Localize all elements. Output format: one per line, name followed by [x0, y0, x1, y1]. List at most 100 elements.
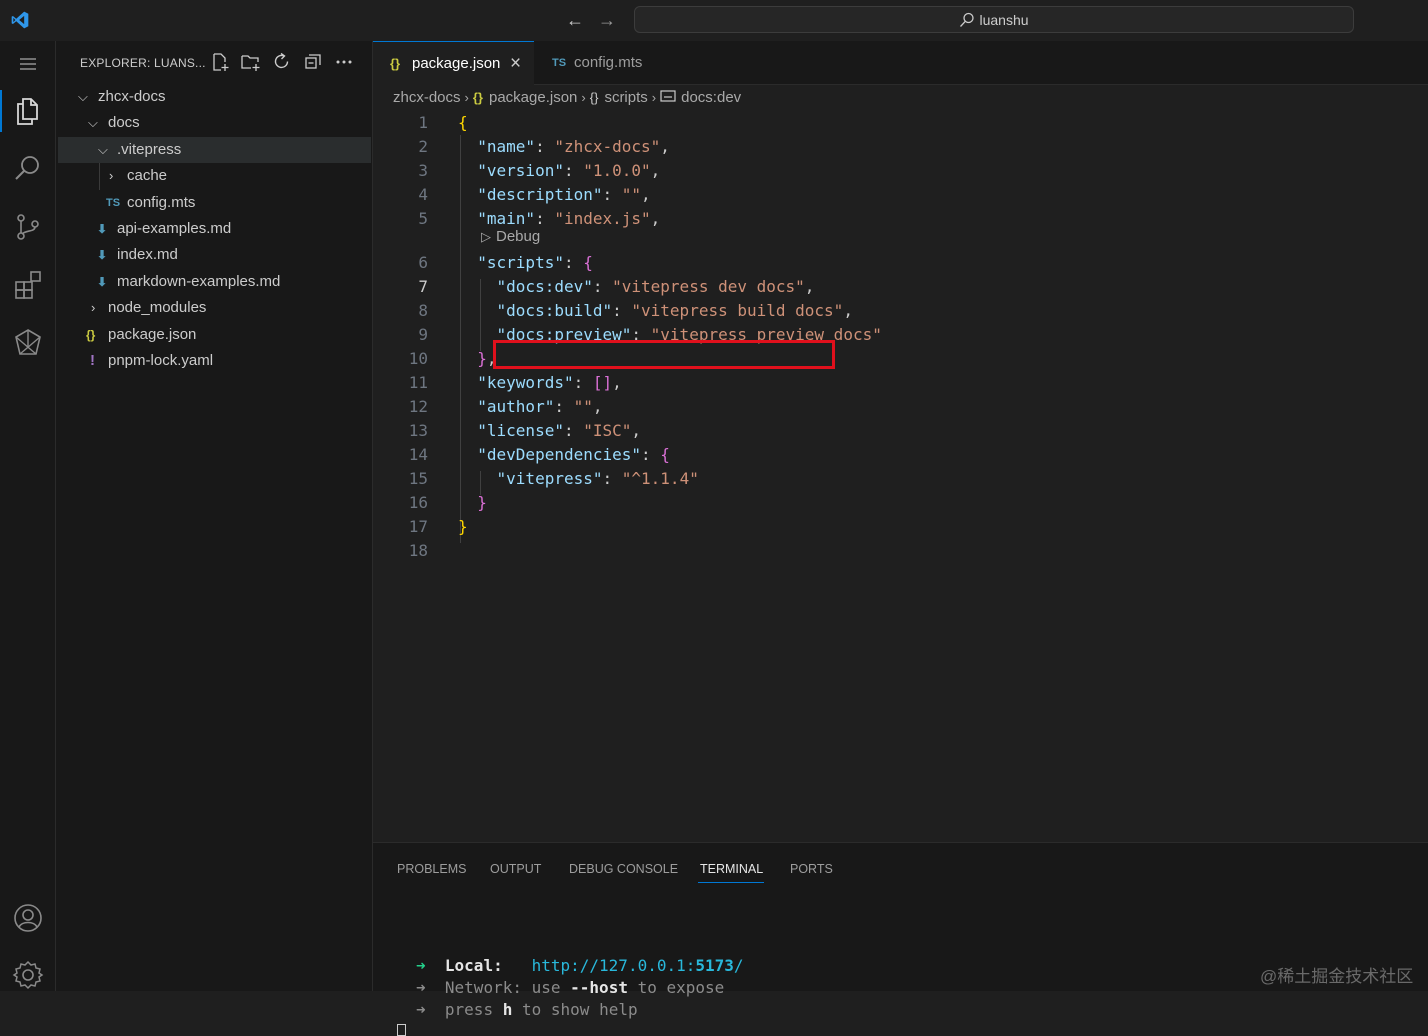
play-icon: ▷: [481, 229, 491, 244]
new-folder-icon[interactable]: [241, 52, 261, 72]
tree-file-config-mts[interactable]: TS config.mts: [58, 190, 371, 216]
line-number: 6: [418, 253, 428, 272]
tree-label: node_modules: [108, 299, 207, 316]
typescript-file-icon: TS: [552, 57, 567, 69]
line-number: 11: [408, 373, 428, 392]
command-center-search[interactable]: luanshu: [634, 6, 1354, 33]
chevron-right-icon: ›: [651, 90, 657, 105]
chevron-right-icon: ›: [91, 300, 96, 315]
yaml-file-icon: !: [90, 352, 95, 369]
remote-explorer-icon[interactable]: [12, 327, 44, 359]
more-actions-icon[interactable]: [334, 52, 354, 72]
line-number: 5: [418, 209, 428, 228]
line-number: 4: [418, 185, 428, 204]
terminal-line-help: ➜ press h to show help: [416, 1000, 638, 1019]
tree-label: index.md: [117, 246, 178, 263]
new-file-icon[interactable]: [210, 52, 230, 72]
tree-file-package-json[interactable]: {} package.json: [58, 322, 371, 348]
tab-output[interactable]: OUTPUT: [490, 862, 541, 876]
line-number: 7: [418, 277, 428, 296]
collapse-all-icon[interactable]: [303, 52, 323, 72]
active-indicator: [0, 90, 2, 132]
refresh-icon[interactable]: [272, 52, 292, 72]
line-number: 16: [408, 493, 428, 512]
tab-package-json[interactable]: {} package.json ×: [373, 41, 534, 85]
search-icon: [960, 12, 975, 27]
tree-label: api-examples.md: [117, 220, 232, 237]
chevron-right-icon: ›: [581, 90, 586, 105]
close-icon[interactable]: ×: [510, 42, 521, 86]
tab-problems[interactable]: PROBLEMS: [397, 862, 466, 876]
chevron-down-icon: ⌵: [78, 89, 88, 104]
chevron-right-icon: ›: [464, 90, 469, 105]
vscode-logo-icon[interactable]: [10, 10, 30, 30]
breadcrumb-file[interactable]: package.json: [489, 89, 577, 106]
editor-tabs: {} package.json × TS config.mts: [373, 41, 1428, 85]
line-number: 17: [408, 517, 428, 536]
watermark: @稀土掘金技术社区: [1260, 967, 1414, 986]
arrow-right-icon[interactable]: →: [598, 10, 616, 31]
tree-label: pnpm-lock.yaml: [108, 352, 214, 369]
menu-icon[interactable]: [12, 49, 44, 81]
command-center-text: luanshu: [979, 12, 1029, 28]
object-symbol-icon: {}: [589, 90, 599, 105]
terminal-line-network: ➜ Network: use --host to expose: [416, 978, 725, 997]
tree-folder-docs[interactable]: ⌵ docs: [58, 110, 371, 136]
debug-codelens-label: Debug: [496, 228, 541, 245]
account-icon[interactable]: [12, 902, 44, 934]
line-number: 8: [418, 301, 428, 320]
typescript-file-icon: TS: [106, 197, 121, 209]
markdown-file-icon: ⬇: [97, 275, 108, 289]
arrow-left-icon[interactable]: ←: [566, 10, 584, 31]
tree-label: package.json: [108, 326, 197, 343]
json-file-icon: {}: [86, 328, 96, 342]
explorer-files-icon[interactable]: [12, 95, 44, 127]
line-number: 15: [408, 469, 428, 488]
tree-file-pnpm-lock[interactable]: ! pnpm-lock.yaml: [58, 348, 371, 374]
tree-label: config.mts: [127, 194, 196, 211]
title-bar: ← → luanshu: [0, 0, 1428, 41]
tree-folder-node-modules[interactable]: › node_modules: [58, 295, 371, 321]
editor-area: {} package.json × TS config.mts zhcx-doc…: [373, 41, 1428, 1036]
chevron-down-icon: ⌵: [98, 142, 108, 157]
tree-folder-cache[interactable]: › cache: [58, 163, 371, 189]
line-number: 13: [408, 421, 428, 440]
settings-gear-icon[interactable]: [12, 959, 44, 991]
debug-codelens[interactable]: ▷ Debug: [481, 228, 540, 245]
tree-label: markdown-examples.md: [117, 273, 281, 290]
line-number: 12: [408, 397, 428, 416]
active-tab-underline: [698, 882, 764, 883]
markdown-file-icon: ⬇: [97, 248, 108, 262]
line-number: 3: [418, 161, 428, 180]
breadcrumb-leaf[interactable]: docs:dev: [681, 89, 741, 106]
activity-bar: [0, 41, 56, 991]
tree-label: zhcx-docs: [98, 88, 166, 105]
breadcrumb: zhcx-docs ›{} package.json ›{} scripts › docs:…: [393, 88, 741, 108]
tree-file-markdown-examples[interactable]: ⬇ markdown-examples.md: [58, 269, 371, 295]
terminal-line-local: ➜ Local: http://127.0.0.1:5173/: [416, 956, 744, 975]
tree-folder-vitepress[interactable]: ⌵ .vitepress: [58, 137, 371, 163]
tab-terminal[interactable]: TERMINAL: [700, 862, 763, 876]
search-icon[interactable]: [12, 152, 44, 184]
tree-file-index-md[interactable]: ⬇ index.md: [58, 242, 371, 268]
tree-file-api-examples[interactable]: ⬇ api-examples.md: [58, 216, 371, 242]
json-file-icon: {}: [390, 56, 401, 71]
tab-label: package.json: [412, 55, 501, 72]
chevron-down-icon: ⌵: [88, 115, 98, 130]
source-control-icon[interactable]: [12, 211, 44, 243]
tab-config-mts[interactable]: TS config.mts: [534, 41, 664, 85]
line-number: 2: [418, 137, 428, 156]
line-number: 10: [408, 349, 428, 368]
explorer-title: EXPLORER: LUANS...: [80, 56, 206, 70]
breadcrumb-section[interactable]: scripts: [604, 89, 647, 106]
tree-folder-zhcx-docs[interactable]: ⌵ zhcx-docs: [58, 84, 371, 110]
extensions-icon[interactable]: [12, 268, 44, 300]
string-symbol-icon: [660, 90, 676, 102]
breadcrumb-root[interactable]: zhcx-docs: [393, 89, 461, 106]
tab-ports[interactable]: PORTS: [790, 862, 833, 876]
line-number: 1: [418, 113, 428, 132]
highlight-annotation-box: [493, 340, 835, 369]
tree-label: cache: [127, 167, 168, 184]
tab-debug-console[interactable]: DEBUG CONSOLE: [569, 862, 678, 876]
json-file-icon: {}: [472, 90, 483, 105]
